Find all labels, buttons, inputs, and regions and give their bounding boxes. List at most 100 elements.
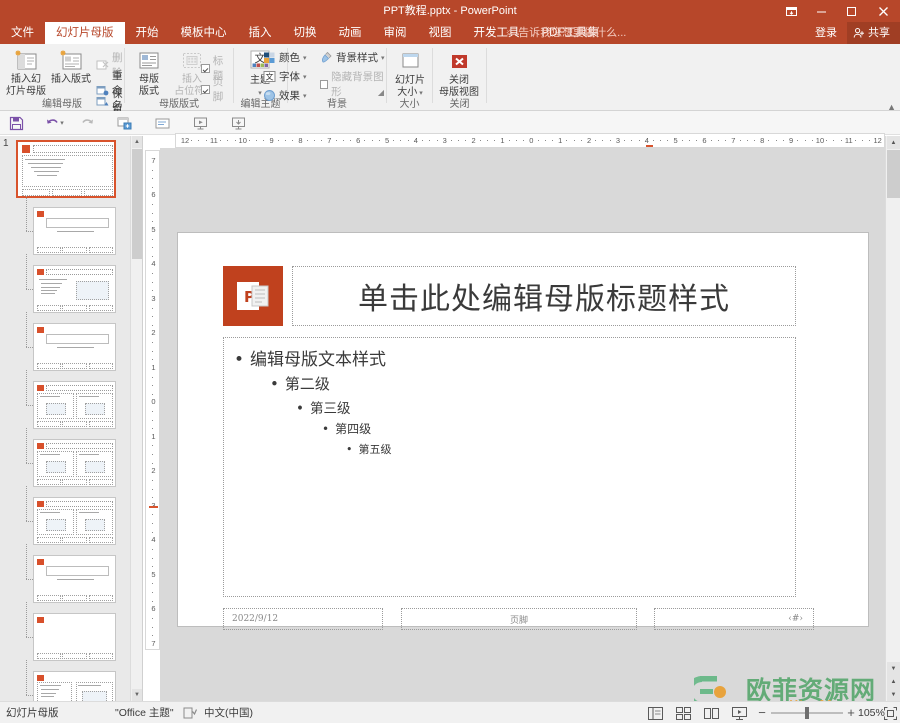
thumbnail[interactable] [33, 207, 116, 255]
thumbnail-mini-element [37, 420, 61, 427]
thumbnail[interactable] [33, 671, 116, 701]
reading-view-button[interactable] [704, 705, 719, 721]
thumbnail[interactable] [33, 497, 116, 545]
slideshow-button[interactable] [732, 705, 747, 721]
zoom-in-button[interactable]: + [846, 702, 856, 723]
zoom-percentage[interactable]: 105% [858, 702, 885, 723]
slide-thumbnail-panel[interactable]: 1 ▲ ▼ [0, 136, 143, 701]
title-placeholder[interactable]: 单击此处编辑母版标题样式 [292, 266, 796, 326]
zoom-slider-knob[interactable] [805, 707, 809, 719]
thumbnail[interactable] [33, 555, 116, 603]
thumbnail[interactable] [33, 439, 116, 487]
status-theme-name[interactable]: "Office 主题" [115, 702, 174, 723]
new-slide-icon[interactable] [114, 114, 134, 132]
thumbnail-scroll-up-icon[interactable]: ▲ [132, 136, 142, 148]
spelling-icon[interactable] [183, 705, 197, 721]
sign-in-button[interactable]: 登录 [805, 22, 847, 44]
thumbnail[interactable] [33, 381, 116, 429]
scroll-up-icon[interactable]: ▲ [887, 136, 900, 149]
fit-to-window-button[interactable] [884, 705, 897, 721]
ruler-minor-tick [342, 140, 344, 141]
scroll-down-icon[interactable]: ▼ [887, 662, 900, 675]
ribbon-group-edit-master: 插入幻 灯片母版 插入版式 删除 重命名 保留 编辑母版 [0, 44, 124, 115]
fonts-button[interactable]: 文 字体 ▾ [263, 69, 307, 84]
body-level-4[interactable]: • 第四级 [322, 420, 785, 437]
tab-transitions[interactable]: 切换 [283, 22, 328, 44]
ribbon-display-options-icon[interactable] [776, 0, 806, 22]
text-box-icon[interactable] [152, 114, 172, 132]
slide-sorter-button[interactable] [676, 705, 691, 721]
thumbnail-selected[interactable] [16, 140, 116, 198]
tab-view[interactable]: 视图 [418, 22, 463, 44]
slide-size-button[interactable]: 幻灯片 大小 ▾ [387, 49, 433, 99]
next-slide-icon[interactable]: ▼ [887, 688, 900, 701]
save-icon[interactable] [6, 114, 26, 132]
normal-view-button[interactable] [648, 705, 663, 721]
close-icon[interactable] [866, 0, 900, 22]
vertical-ruler[interactable]: 765432101234567 [145, 150, 160, 650]
slide-number-placeholder[interactable]: ‹#› [654, 608, 814, 630]
tell-me-box[interactable]: ☼ 告诉我您想要做什么... [505, 22, 626, 44]
start-slideshow-icon[interactable] [190, 114, 210, 132]
tab-file[interactable]: 文件 [0, 22, 45, 44]
thumbnail-number: 1 [3, 138, 9, 149]
footer-placeholder[interactable]: 页脚 [401, 608, 637, 630]
share-button[interactable]: 共享 [847, 22, 900, 44]
thumbnail[interactable] [33, 323, 116, 371]
ruler-indent-marker[interactable] [645, 145, 653, 147]
tab-animations[interactable]: 动画 [328, 22, 373, 44]
background-styles-button[interactable]: 背景样式 ▾ [320, 50, 385, 65]
undo-dropdown-icon[interactable]: ▾ [58, 114, 66, 132]
ruler-minor-tick [152, 497, 153, 499]
body-level-1[interactable]: • 编辑母版文本样式 [234, 345, 785, 370]
hide-background-graphics-checkbox[interactable] [320, 79, 329, 89]
tab-slide-master[interactable]: 幻灯片母版 [45, 22, 125, 44]
zoom-out-button[interactable]: − [757, 702, 767, 723]
thumbnail-mini-element [62, 652, 88, 659]
thumbnail-mini-element [37, 616, 44, 624]
title-checkbox[interactable] [201, 63, 210, 73]
redo-icon[interactable] [77, 114, 97, 132]
thumbnail-scrollbar[interactable]: ▲ ▼ [130, 136, 142, 701]
thumbnail-scroll-down-icon[interactable]: ▼ [132, 689, 142, 701]
body-placeholder[interactable]: • 编辑母版文本样式 • 第二级 • 第三级 • 第四级 • 第五级 [223, 337, 796, 597]
present-icon[interactable] [228, 114, 248, 132]
body-level-2[interactable]: • 第二级 [270, 373, 785, 394]
close-master-view-button[interactable]: 关闭 母版视图 [436, 49, 482, 98]
ruler-minor-tick [152, 212, 153, 214]
footer-checkbox[interactable] [201, 84, 210, 94]
powerpoint-logo-image[interactable]: P [223, 266, 283, 326]
canvas-scrollbar[interactable]: ▲ ▼ ▲ ▼ [885, 136, 900, 701]
tab-template-center[interactable]: 模板中心 [170, 22, 238, 44]
thumbnail[interactable] [33, 265, 116, 313]
thumbnail[interactable] [33, 613, 116, 661]
canvas-scroll-thumb[interactable] [887, 150, 900, 198]
tab-review[interactable]: 审阅 [373, 22, 418, 44]
tab-insert[interactable]: 插入 [238, 22, 283, 44]
status-language[interactable]: 中文(中国) [204, 702, 253, 723]
horizontal-ruler[interactable]: 12 11 10 9 8 7 6 5 4 3 2 1 0 1 2 3 4 5 6 7 8 9 10 11 12 [175, 133, 885, 148]
thumbnail-mini-element [46, 268, 113, 276]
insert-slide-master-button[interactable]: 插入幻 灯片母版 [3, 48, 49, 97]
insert-layout-button[interactable]: 插入版式 [48, 48, 94, 86]
master-layout-button[interactable]: 母版 版式 [126, 48, 172, 97]
thumbnail-mini-element [37, 674, 44, 682]
ruler-tick-v: 6 [151, 190, 156, 200]
body-level-3[interactable]: • 第三级 [296, 397, 785, 417]
slide-master-surface[interactable]: P 单击此处编辑母版标题样式 • 编辑母版文本样式 • 第二级 • 第三级 • … [178, 233, 868, 630]
tab-home[interactable]: 开始 [125, 22, 170, 44]
thumbnail-scroll-thumb[interactable] [132, 149, 142, 259]
date-placeholder[interactable]: 2022/9/12 [223, 608, 383, 630]
ruler-indent-marker-v[interactable] [149, 505, 158, 508]
previous-slide-icon[interactable]: ▲ [887, 675, 900, 688]
slide-size-icon [387, 49, 433, 73]
colors-button[interactable]: 颜色 ▾ [263, 50, 307, 65]
body-level-5[interactable]: • 第五级 [346, 441, 785, 457]
thumbnail-mini-element [84, 188, 113, 196]
minimize-icon[interactable] [806, 0, 836, 22]
slide-edit-canvas[interactable]: P 单击此处编辑母版标题样式 • 编辑母版文本样式 • 第二级 • 第三级 • … [160, 148, 885, 701]
ruler-minor-tick [797, 140, 799, 141]
restore-icon[interactable] [836, 0, 866, 22]
ruler-minor-tick [152, 324, 153, 326]
ruler-minor-tick [152, 376, 153, 378]
